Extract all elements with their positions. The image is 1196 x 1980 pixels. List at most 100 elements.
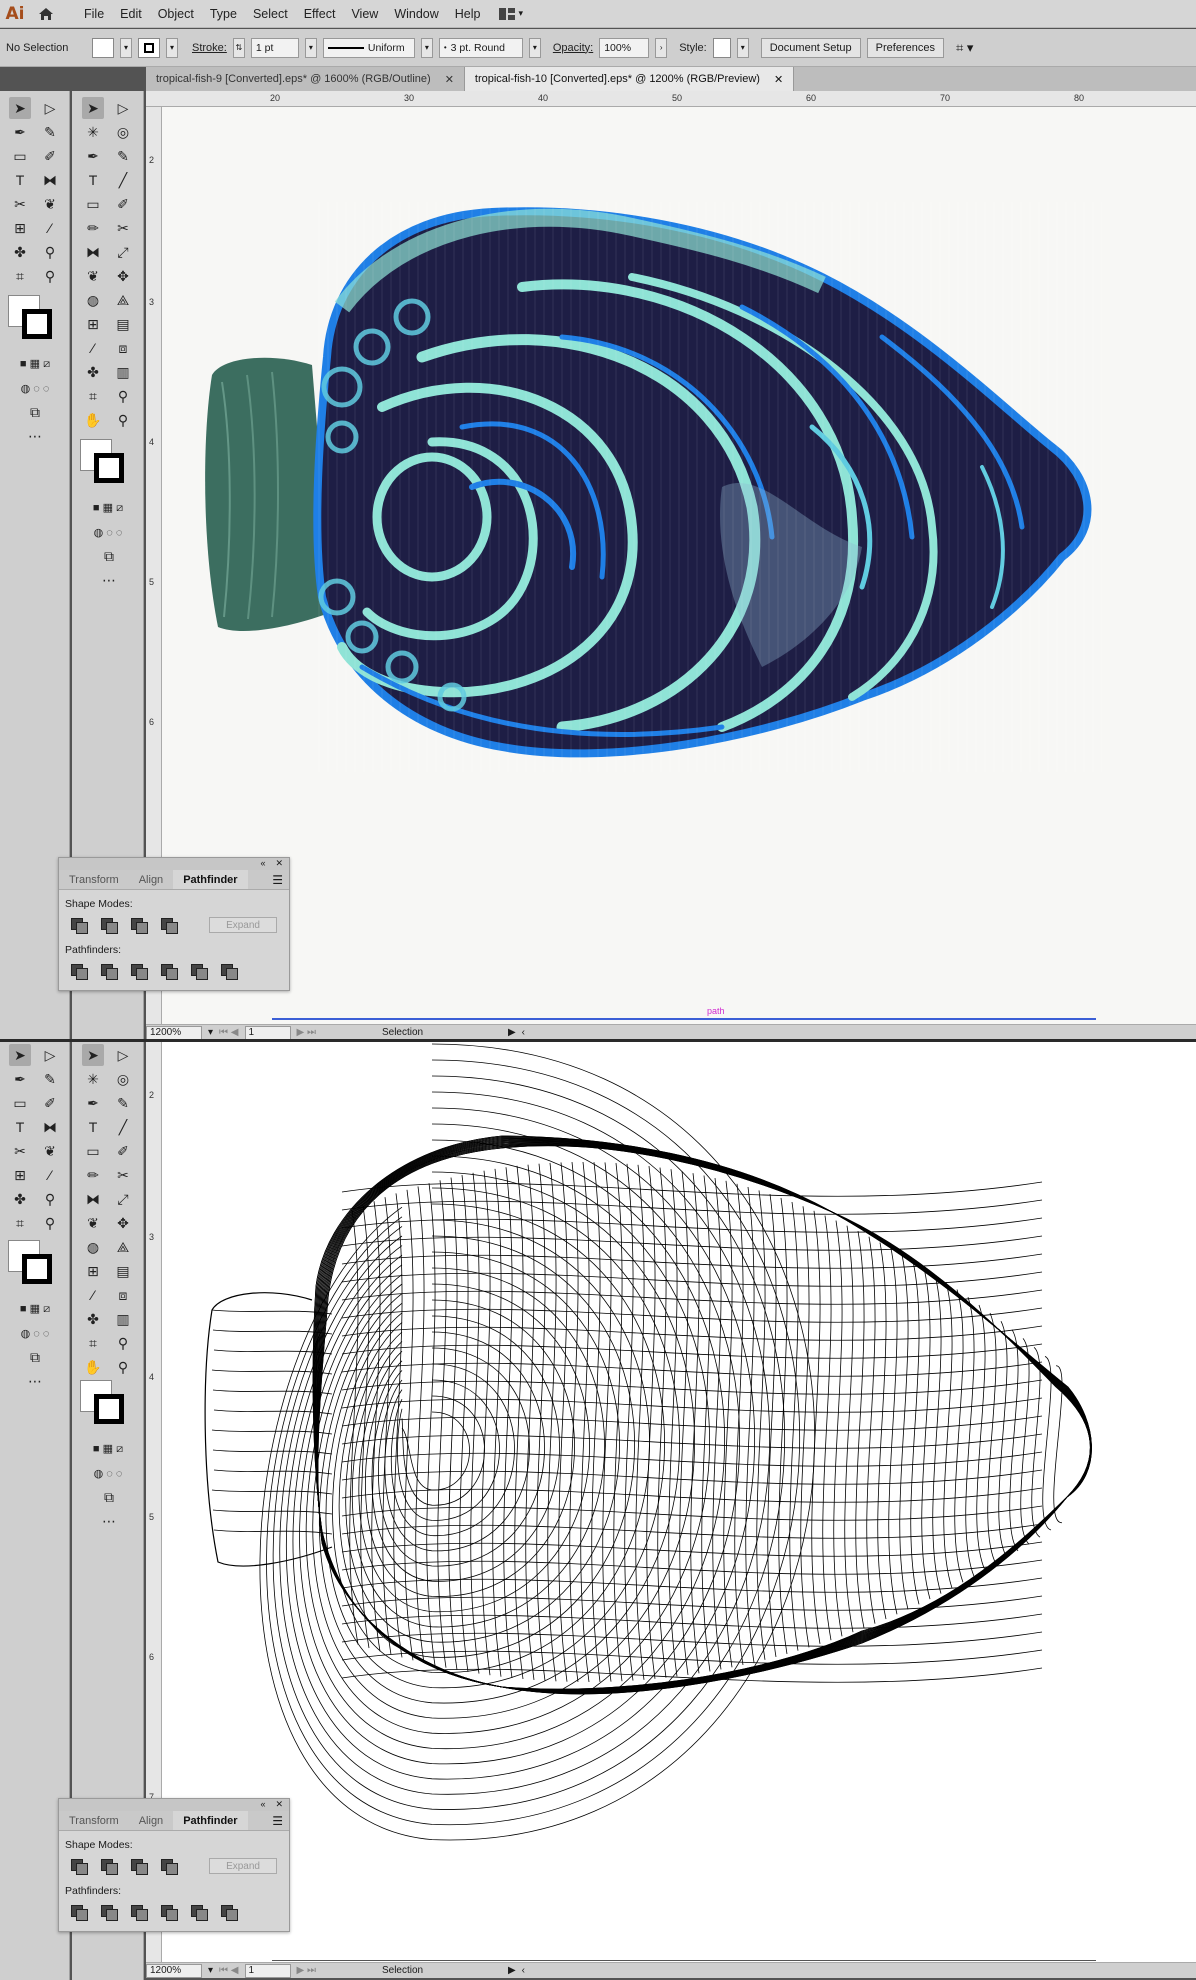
menu-type[interactable]: Type <box>202 7 245 21</box>
fill-stroke-widget[interactable] <box>80 1380 130 1430</box>
menu-file[interactable]: File <box>76 7 112 21</box>
panel-menu-icon[interactable]: ☰ <box>266 1811 289 1830</box>
rectangle-tool-icon[interactable]: ▭ <box>9 1092 31 1114</box>
magic-wand-tool-icon[interactable]: ✳ <box>82 121 104 143</box>
artboard-preview[interactable]: path <box>162 107 1196 1024</box>
artboard-nav-prev[interactable]: ⏮ ◀ <box>219 1027 238 1038</box>
pencil-tool-icon[interactable]: ✏ <box>82 217 104 239</box>
tab-tropical-fish-9[interactable]: tropical-fish-9 [Converted].eps* @ 1600%… <box>146 67 465 91</box>
menu-edit[interactable]: Edit <box>112 7 150 21</box>
slice-tool-icon[interactable]: ⚲ <box>112 1332 134 1354</box>
tab-pathfinder[interactable]: Pathfinder <box>173 1811 248 1830</box>
color-mode-icons[interactable]: ■ ▦ ⧄ <box>80 497 136 519</box>
draw-mode-icons[interactable]: ◍ ◌ ◌ <box>80 1462 136 1484</box>
rectangle-tool-icon[interactable]: ▭ <box>9 145 31 167</box>
curvature-tool-icon[interactable]: ✎ <box>112 1092 134 1114</box>
pen-tool-icon[interactable]: ✒ <box>9 1068 31 1090</box>
screen-mode-icon[interactable]: ⧉ <box>98 1486 120 1508</box>
tab-pathfinder[interactable]: Pathfinder <box>173 870 248 889</box>
artboard-field[interactable]: 1 <box>244 1025 291 1040</box>
mesh-tool-icon[interactable]: ⊞ <box>9 217 31 239</box>
tab-transform[interactable]: Transform <box>59 1811 129 1830</box>
warp-tool-icon[interactable]: ❦ <box>39 193 61 215</box>
fill-swatch[interactable] <box>92 37 114 58</box>
eyedropper-tool-icon[interactable]: ⁄ <box>82 337 104 359</box>
status-arrow-icon[interactable]: ▶ <box>508 1027 516 1038</box>
more-tools-icon[interactable]: ⋯ <box>24 1370 46 1392</box>
menu-select[interactable]: Select <box>245 7 296 21</box>
style-swatch[interactable] <box>712 37 731 58</box>
rectangle-tool-icon[interactable]: ▭ <box>82 193 104 215</box>
scissors-tool-icon[interactable]: ✂ <box>9 193 31 215</box>
unite-icon[interactable] <box>71 918 88 934</box>
crop-icon[interactable] <box>161 964 178 980</box>
artboard-nav-next[interactable]: ▶ ⏭ <box>297 1027 316 1038</box>
tab-tropical-fish-10[interactable]: tropical-fish-10 [Converted].eps* @ 1200… <box>464 67 795 91</box>
minus-front-icon[interactable] <box>101 1859 118 1875</box>
curvature-tool-icon[interactable]: ✎ <box>39 121 61 143</box>
more-tools-icon[interactable]: ⋯ <box>98 569 120 591</box>
collapse-icon[interactable]: « <box>260 1799 265 1811</box>
fill-stroke-widget[interactable] <box>8 1240 58 1290</box>
perspective-tool-icon[interactable]: ⟁ <box>112 289 134 311</box>
intersect-icon[interactable] <box>131 918 148 934</box>
tab-align[interactable]: Align <box>129 1811 173 1830</box>
menu-window[interactable]: Window <box>386 7 446 21</box>
scroll-left-icon[interactable]: ‹ <box>522 1965 525 1976</box>
close-icon[interactable]: ✕ <box>275 1799 283 1811</box>
close-icon[interactable]: ✕ <box>275 858 283 870</box>
opacity-arrow[interactable]: › <box>655 37 668 58</box>
reflect-tool-icon[interactable]: ⧓ <box>82 241 104 263</box>
tab-transform[interactable]: Transform <box>59 870 129 889</box>
artboard-nav-prev[interactable]: ⏮ ◀ <box>219 1965 238 1976</box>
symbol-sprayer-icon[interactable]: ✤ <box>82 361 104 383</box>
pen-tool-icon[interactable]: ✒ <box>82 1092 104 1114</box>
stroke-weight-dropdown[interactable]: ▾ <box>304 37 317 58</box>
scissors-tool-icon[interactable]: ✂ <box>112 217 134 239</box>
outline-icon[interactable] <box>191 1905 208 1921</box>
brush-dropdown[interactable]: ▾ <box>528 37 541 58</box>
screen-mode-icon[interactable]: ⧉ <box>24 401 46 423</box>
type-tool-icon[interactable]: T <box>82 169 104 191</box>
perspective-tool-icon[interactable]: ⟁ <box>112 1236 134 1258</box>
arrange-icon[interactable]: ⌗ ▾ <box>956 40 973 56</box>
direct-selection-tool-icon[interactable]: ▷ <box>112 97 134 119</box>
draw-mode-icons[interactable]: ◍ ◌ ◌ <box>8 377 62 399</box>
menu-help[interactable]: Help <box>447 7 489 21</box>
selection-tool-icon[interactable]: ➤ <box>9 97 31 119</box>
menu-object[interactable]: Object <box>150 7 202 21</box>
stroke-profile-field[interactable]: Uniform <box>322 37 415 58</box>
expand-button[interactable]: Expand <box>209 917 277 933</box>
gradient-tool-icon[interactable]: ▤ <box>112 1260 134 1282</box>
symbol-sprayer-icon[interactable]: ✤ <box>9 1188 31 1210</box>
eyedropper-tool-icon[interactable]: ⁄ <box>82 1284 104 1306</box>
selection-tool-icon[interactable]: ➤ <box>9 1044 31 1066</box>
mesh-tool-icon[interactable]: ⊞ <box>82 1260 104 1282</box>
graph-tool-icon[interactable]: ▥ <box>112 361 134 383</box>
zoom-tool-icon[interactable]: ⚲ <box>39 1212 61 1234</box>
eyedropper-tool-icon[interactable]: ⁄ <box>39 1164 61 1186</box>
draw-mode-icons[interactable]: ◍ ◌ ◌ <box>80 521 136 543</box>
hand-tool-icon[interactable]: ✋ <box>82 409 104 431</box>
divide-icon[interactable] <box>71 964 88 980</box>
merge-icon[interactable] <box>131 964 148 980</box>
stroke-dropdown[interactable]: ▾ <box>166 37 178 58</box>
artboard-tool-icon[interactable]: ⌗ <box>82 385 104 407</box>
selection-tool-icon[interactable]: ➤ <box>82 97 104 119</box>
merge-icon[interactable] <box>131 1905 148 1921</box>
blend-tool-icon[interactable]: ⧈ <box>112 1284 134 1306</box>
paintbrush-tool-icon[interactable]: ✐ <box>39 1092 61 1114</box>
more-tools-icon[interactable]: ⋯ <box>98 1510 120 1532</box>
symbol-sprayer-icon[interactable]: ✤ <box>82 1308 104 1330</box>
scale-tool-icon[interactable]: ⤢ <box>112 241 134 263</box>
paintbrush-tool-icon[interactable]: ✐ <box>112 193 134 215</box>
slice-tool-icon[interactable]: ⚲ <box>39 241 61 263</box>
paintbrush-tool-icon[interactable]: ✐ <box>112 1140 134 1162</box>
scissors-tool-icon[interactable]: ✂ <box>9 1140 31 1162</box>
pen-tool-icon[interactable]: ✒ <box>9 121 31 143</box>
selection-tool-icon[interactable]: ➤ <box>82 1044 104 1066</box>
trim-icon[interactable] <box>101 964 118 980</box>
curvature-tool-icon[interactable]: ✎ <box>112 145 134 167</box>
direct-selection-tool-icon[interactable]: ▷ <box>39 97 61 119</box>
home-icon[interactable] <box>30 0 62 28</box>
